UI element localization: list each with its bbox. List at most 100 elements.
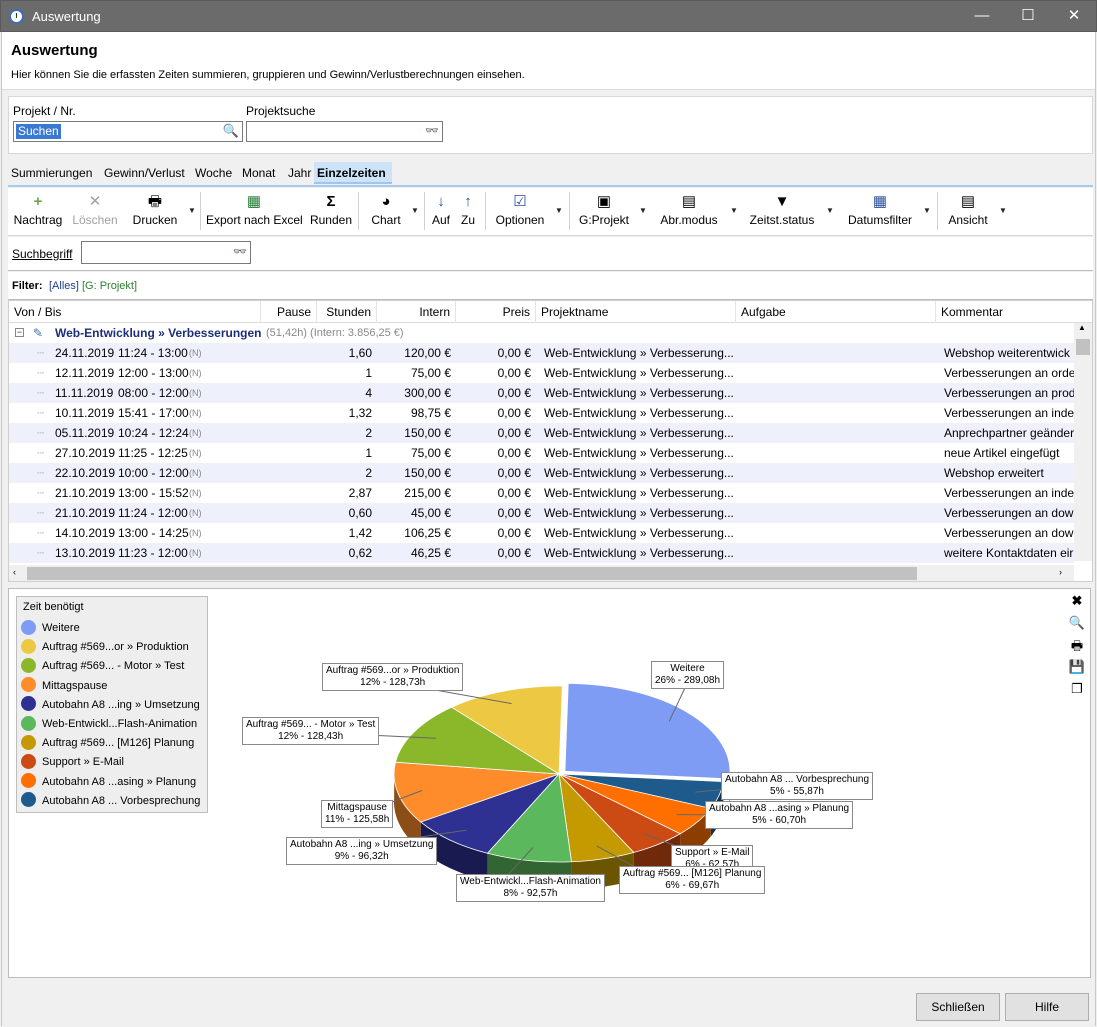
chart-button[interactable]: ◕ Chart [366,188,406,234]
binoculars-icon[interactable]: 👓 [425,124,439,137]
chevron-down-icon[interactable]: ▼ [188,206,196,215]
horizontal-scrollbar[interactable]: ‹ › [9,565,1074,581]
close-button[interactable]: Schließen [916,993,1000,1021]
search-row: Suchbegriff 👓 [8,237,1093,271]
row-projektname: Web-Entwicklung » Verbesserung... [544,406,734,420]
table-row[interactable]: ┄ 21.10.2019 11:24 - 12:00 (N) 0,60 45,00 € 0,… [9,503,1074,523]
tab-woche[interactable]: Woche [192,162,235,184]
scroll-thumb[interactable] [1076,339,1090,355]
gprojekt-button[interactable]: ▣ G:Projekt [576,188,632,234]
table-row[interactable]: ┄ 21.10.2019 13:00 - 15:52 (N) 2,87 215,00 € 0… [9,483,1074,503]
group-row[interactable]: − ✎ Web-Entwicklung » Verbesserungen (51… [9,323,1074,343]
pie-chart-icon: ◕ [381,193,391,210]
column-aufgabe[interactable]: Aufgabe [736,301,936,323]
runden-button[interactable]: Σ Runden [308,188,354,234]
table-row[interactable]: ┄ 22.10.2019 10:00 - 12:00 (N) 2 150,00 € 0,00… [9,463,1074,483]
magnifier-icon[interactable]: 🔍 [223,123,239,139]
optionen-button[interactable]: ☑ Optionen [492,188,548,234]
abrmodus-button[interactable]: ▤ Abr.modus [656,188,722,234]
loeschen-button[interactable]: ✕ Löschen [70,188,120,234]
zeitststatus-button[interactable]: ▼ Zeitst.status [746,188,818,234]
printer-icon: 🖶 [147,193,163,210]
close-chart-icon[interactable]: ✖ [1068,593,1086,609]
tab-gewinn-verlust[interactable]: Gewinn/Verlust [101,162,188,184]
scroll-up-icon[interactable]: ▲ [1078,323,1086,332]
filter-group-link[interactable]: [G: Projekt] [82,280,137,292]
column-preis[interactable]: Preis [456,301,536,323]
row-flag: (N) [189,388,202,398]
table-row[interactable]: ┄ 11.11.2019 08:00 - 12:00 (N) 4 300,00 € 0,00… [9,383,1074,403]
collapse-icon[interactable]: − [15,328,24,337]
time-entries-grid: Von / Bis Pause Stunden Intern Preis Pro… [8,300,1093,582]
row-preis: 0,00 € [497,386,531,400]
row-date: 21.10.2019 [55,506,115,520]
row-date: 12.11.2019 [55,366,115,380]
table-row[interactable]: ┄ 05.11.2019 10:24 - 12:24 (N) 2 150,00 € 0,00… [9,423,1074,443]
ansicht-button[interactable]: ▤ Ansicht [944,188,992,234]
vertical-scrollbar[interactable]: ▲ [1074,323,1092,561]
scroll-left-icon[interactable]: ‹ [13,567,16,577]
chevron-down-icon[interactable]: ▼ [923,206,931,215]
tab-summierungen[interactable]: Summierungen [8,162,95,184]
tree-line: ┄ [37,526,45,540]
tab-jahr[interactable]: Jahr [285,162,314,184]
sort-up-button[interactable]: ↓ Auf [428,188,454,234]
row-intern: 98,75 € [410,406,451,420]
column-pause[interactable]: Pause [261,301,317,323]
printer-icon[interactable]: 🖶 [1068,637,1086,659]
project-nr-input[interactable]: Suchen 🔍 [13,121,243,142]
column-stunden[interactable]: Stunden [317,301,377,323]
column-kommentar[interactable]: Kommentar [936,301,1092,323]
zoom-icon[interactable]: 🔍 [1068,615,1086,631]
table-row[interactable]: ┄ 14.10.2019 13:00 - 14:25 (N) 1,42 106,25 € 0… [9,523,1074,543]
table-row[interactable]: ┄ 27.10.2019 11:25 - 12:25 (N) 1 75,00 € 0,00 … [9,443,1074,463]
search-term-input[interactable]: 👓 [81,241,251,264]
slice-label-value: 26% - 289,08h [655,675,721,686]
export-excel-button[interactable]: ▦ Export nach Excel [206,188,303,234]
tab-einzelzeiten[interactable]: Einzelzeiten [314,162,392,184]
scroll-thumb[interactable] [27,567,917,580]
chevron-down-icon[interactable]: ▼ [730,206,738,215]
column-von-bis[interactable]: Von / Bis [9,301,261,323]
column-intern[interactable]: Intern [377,301,456,323]
row-projektname: Web-Entwicklung » Verbesserung... [544,446,734,460]
row-flag: (N) [189,528,202,538]
table-row[interactable]: ┄ 13.10.2019 11:23 - 12:00 (N) 0,62 46,25 € 0,… [9,543,1074,563]
datumsfilter-button[interactable]: ▦ Datumsfilter [842,188,918,234]
row-preis: 0,00 € [497,406,531,420]
table-row[interactable]: ┄ 10.11.2019 15:41 - 17:00 (N) 1,32 98,75 € 0,… [9,403,1074,423]
project-nr-label: Projekt / Nr. [13,104,76,118]
table-row[interactable]: ┄ 12.11.2019 12:00 - 13:00 (N) 1 75,00 € 0,00 … [9,363,1074,383]
save-icon[interactable]: 💾 [1068,659,1086,675]
chevron-down-icon[interactable]: ▼ [639,206,647,215]
chevron-down-icon[interactable]: ▼ [999,206,1007,215]
column-projektname[interactable]: Projektname [536,301,736,323]
copy-icon[interactable]: ❐ [1068,681,1086,697]
close-window-button[interactable]: ✕ [1051,1,1097,32]
project-search-input[interactable]: 👓 [246,121,443,142]
help-button[interactable]: Hilfe [1005,993,1089,1021]
pie-slice [564,682,731,780]
nachtrag-button[interactable]: + Nachtrag [12,188,64,234]
drucken-button[interactable]: 🖶 Drucken [130,188,180,234]
filter-all-link[interactable]: [Alles] [49,280,79,292]
sort-down-button[interactable]: ↑ Zu [456,188,480,234]
group-summary: (51,42h) (Intern: 3.856,25 €) [266,327,404,339]
pie-chart [281,674,762,890]
tab-monat[interactable]: Monat [239,162,278,184]
minimize-button[interactable]: — [959,1,1005,32]
delete-x-icon: ✕ [88,193,102,210]
chevron-down-icon[interactable]: ▼ [826,206,834,215]
row-flag: (N) [189,468,202,478]
scroll-right-icon[interactable]: › [1059,567,1062,577]
page-subtitle: Hier können Sie die erfassten Zeiten sum… [11,69,525,81]
slice-label: Weitere 26% - 289,08h [651,661,725,689]
row-kommentar: Verbesserungen an down [944,506,1074,520]
binoculars-icon[interactable]: 👓 [233,245,247,258]
row-flag: (N) [189,348,202,358]
row-stunden: 0,62 [348,546,372,560]
maximize-button[interactable]: ☐ [1005,1,1051,32]
chevron-down-icon[interactable]: ▼ [411,206,419,215]
table-row[interactable]: ┄ 24.11.2019 11:24 - 13:00 (N) 1,60 120,00 € 0… [9,343,1074,363]
chevron-down-icon[interactable]: ▼ [555,206,563,215]
